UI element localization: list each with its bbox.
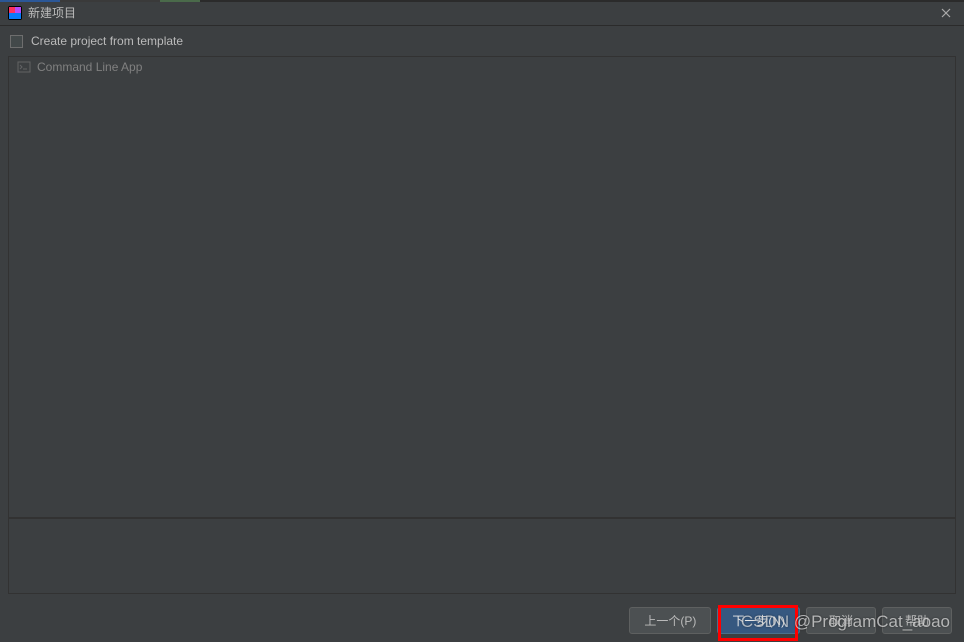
create-from-template-row: Create project from template (0, 26, 964, 56)
previous-button[interactable]: 上一个(P) (629, 607, 711, 634)
top-edge-decoration (0, 0, 964, 2)
template-item-command-line-app[interactable]: Command Line App (9, 57, 955, 77)
template-icon (17, 60, 31, 74)
window-title: 新建项目 (28, 4, 936, 21)
template-item-label: Command Line App (37, 60, 142, 74)
wizard-footer: 上一个(P) 下一步(N) 取消 帮助 (0, 607, 964, 634)
next-button[interactable]: 下一步(N) (717, 607, 800, 634)
template-panel: Command Line App (8, 56, 956, 519)
cancel-button[interactable]: 取消 (806, 607, 876, 634)
template-description-panel (8, 519, 956, 594)
template-list[interactable]: Command Line App (9, 57, 955, 518)
create-from-template-checkbox[interactable] (10, 35, 23, 48)
app-icon (8, 6, 22, 20)
create-from-template-label: Create project from template (31, 34, 183, 48)
close-icon (941, 8, 951, 18)
close-button[interactable] (936, 3, 956, 23)
help-button[interactable]: 帮助 (882, 607, 952, 634)
titlebar: 新建项目 (0, 0, 964, 26)
